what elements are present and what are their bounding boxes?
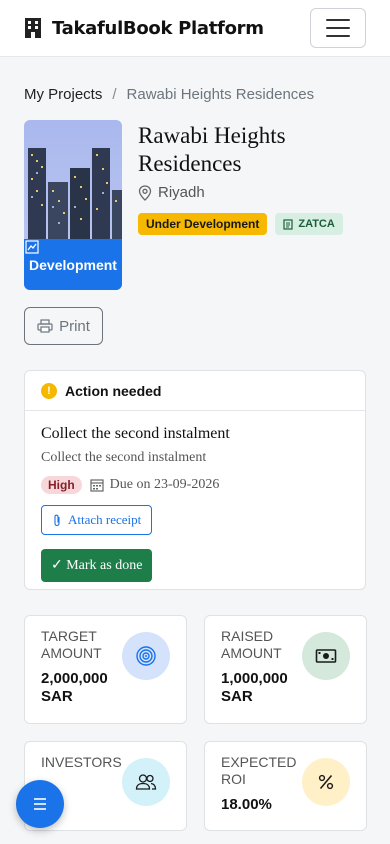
- breadcrumb-current: Rawabi Heights Residences: [126, 86, 315, 103]
- location-text: Riyadh: [158, 184, 205, 201]
- menu-toggle-button[interactable]: [310, 8, 366, 48]
- action-card-title: Action needed: [65, 382, 162, 399]
- badge-row: Under Development ZATCA: [138, 213, 366, 235]
- mark-as-done-label: ✓ Mark as done: [51, 558, 143, 573]
- skyline-image: [28, 148, 122, 240]
- building-icon: [25, 18, 41, 38]
- zatca-badge: ZATCA: [275, 213, 343, 235]
- stat-label: TARGET AMOUNT: [41, 628, 102, 661]
- task-meta: High Due on 23-09-2026: [41, 476, 349, 494]
- calendar-icon: [90, 479, 104, 492]
- stat-value: 2,000,000 SAR: [41, 670, 108, 705]
- print-label: Print: [59, 317, 90, 335]
- floating-menu-button[interactable]: [16, 780, 64, 828]
- top-navbar: TakafulBook Platform: [0, 0, 390, 57]
- print-button[interactable]: Print: [24, 307, 103, 345]
- breadcrumb: My Projects / Rawabi Heights Residences: [24, 86, 366, 103]
- list-icon: [34, 798, 46, 810]
- people-icon: [122, 758, 170, 806]
- priority-badge: High: [41, 476, 82, 494]
- project-thumbnail: Development: [24, 120, 122, 290]
- mark-as-done-button[interactable]: ✓ Mark as done: [41, 549, 153, 582]
- brand[interactable]: TakafulBook Platform: [24, 17, 264, 39]
- stat-expected-roi: EXPECTED ROI 18.00%: [204, 741, 367, 831]
- action-card-body: Collect the second instalment Collect th…: [25, 411, 365, 596]
- due-date: Due on 23-09-2026: [90, 477, 220, 493]
- stat-value: 18.00%: [221, 796, 272, 813]
- attach-receipt-label: Attach receipt: [68, 512, 142, 527]
- stat-label: RAISED AMOUNT: [221, 628, 282, 661]
- action-card-header: ! Action needed: [25, 371, 365, 411]
- action-needed-card: ! Action needed Collect the second insta…: [24, 370, 366, 590]
- category-text: Development: [29, 256, 117, 273]
- attach-receipt-button[interactable]: Attach receipt: [41, 505, 153, 535]
- page-content: My Projects / Rawabi Heights Residences: [0, 86, 390, 831]
- hamburger-line: [326, 35, 350, 37]
- stats-grid: TARGET AMOUNT 2,000,000 SAR RAISED AMOUN…: [24, 615, 367, 831]
- stat-label: INVESTORS: [41, 754, 122, 770]
- due-text: Due on 23-09-2026: [109, 477, 220, 492]
- breadcrumb-separator: /: [112, 86, 117, 103]
- project-location: Riyadh: [138, 184, 366, 201]
- stat-target-amount: TARGET AMOUNT 2,000,000 SAR: [24, 615, 187, 724]
- brand-name: TakafulBook Platform: [52, 17, 264, 39]
- project-title: Rawabi Heights Residences: [138, 123, 286, 176]
- task-title: Collect the second instalment: [41, 425, 230, 442]
- project-info: Rawabi Heights Residences Riyadh Under D…: [138, 120, 366, 290]
- hamburger-line: [326, 27, 350, 29]
- map-pin-icon: [138, 184, 152, 201]
- target-icon: [122, 632, 170, 680]
- percent-icon: [302, 758, 350, 806]
- breadcrumb-my-projects-link[interactable]: My Projects: [24, 86, 102, 103]
- stat-raised-amount: RAISED AMOUNT 1,000,000 SAR: [204, 615, 367, 724]
- chart-icon: [25, 240, 39, 254]
- printer-icon: [37, 319, 53, 333]
- receipt-icon: [283, 218, 293, 230]
- category-label: Development: [24, 239, 122, 290]
- status-badge: Under Development: [138, 213, 268, 235]
- project-hero: Development Rawabi Heights Residences Ri…: [24, 120, 366, 290]
- warning-icon: !: [41, 382, 57, 399]
- paperclip-icon: [54, 514, 60, 526]
- zatca-text: ZATCA: [298, 218, 335, 230]
- task-description: Collect the second instalment: [41, 450, 207, 465]
- cash-icon: [302, 632, 350, 680]
- hamburger-menu-icon: [326, 19, 350, 21]
- stat-label: EXPECTED ROI: [221, 754, 297, 787]
- stat-value: 1,000,000 SAR: [221, 670, 288, 705]
